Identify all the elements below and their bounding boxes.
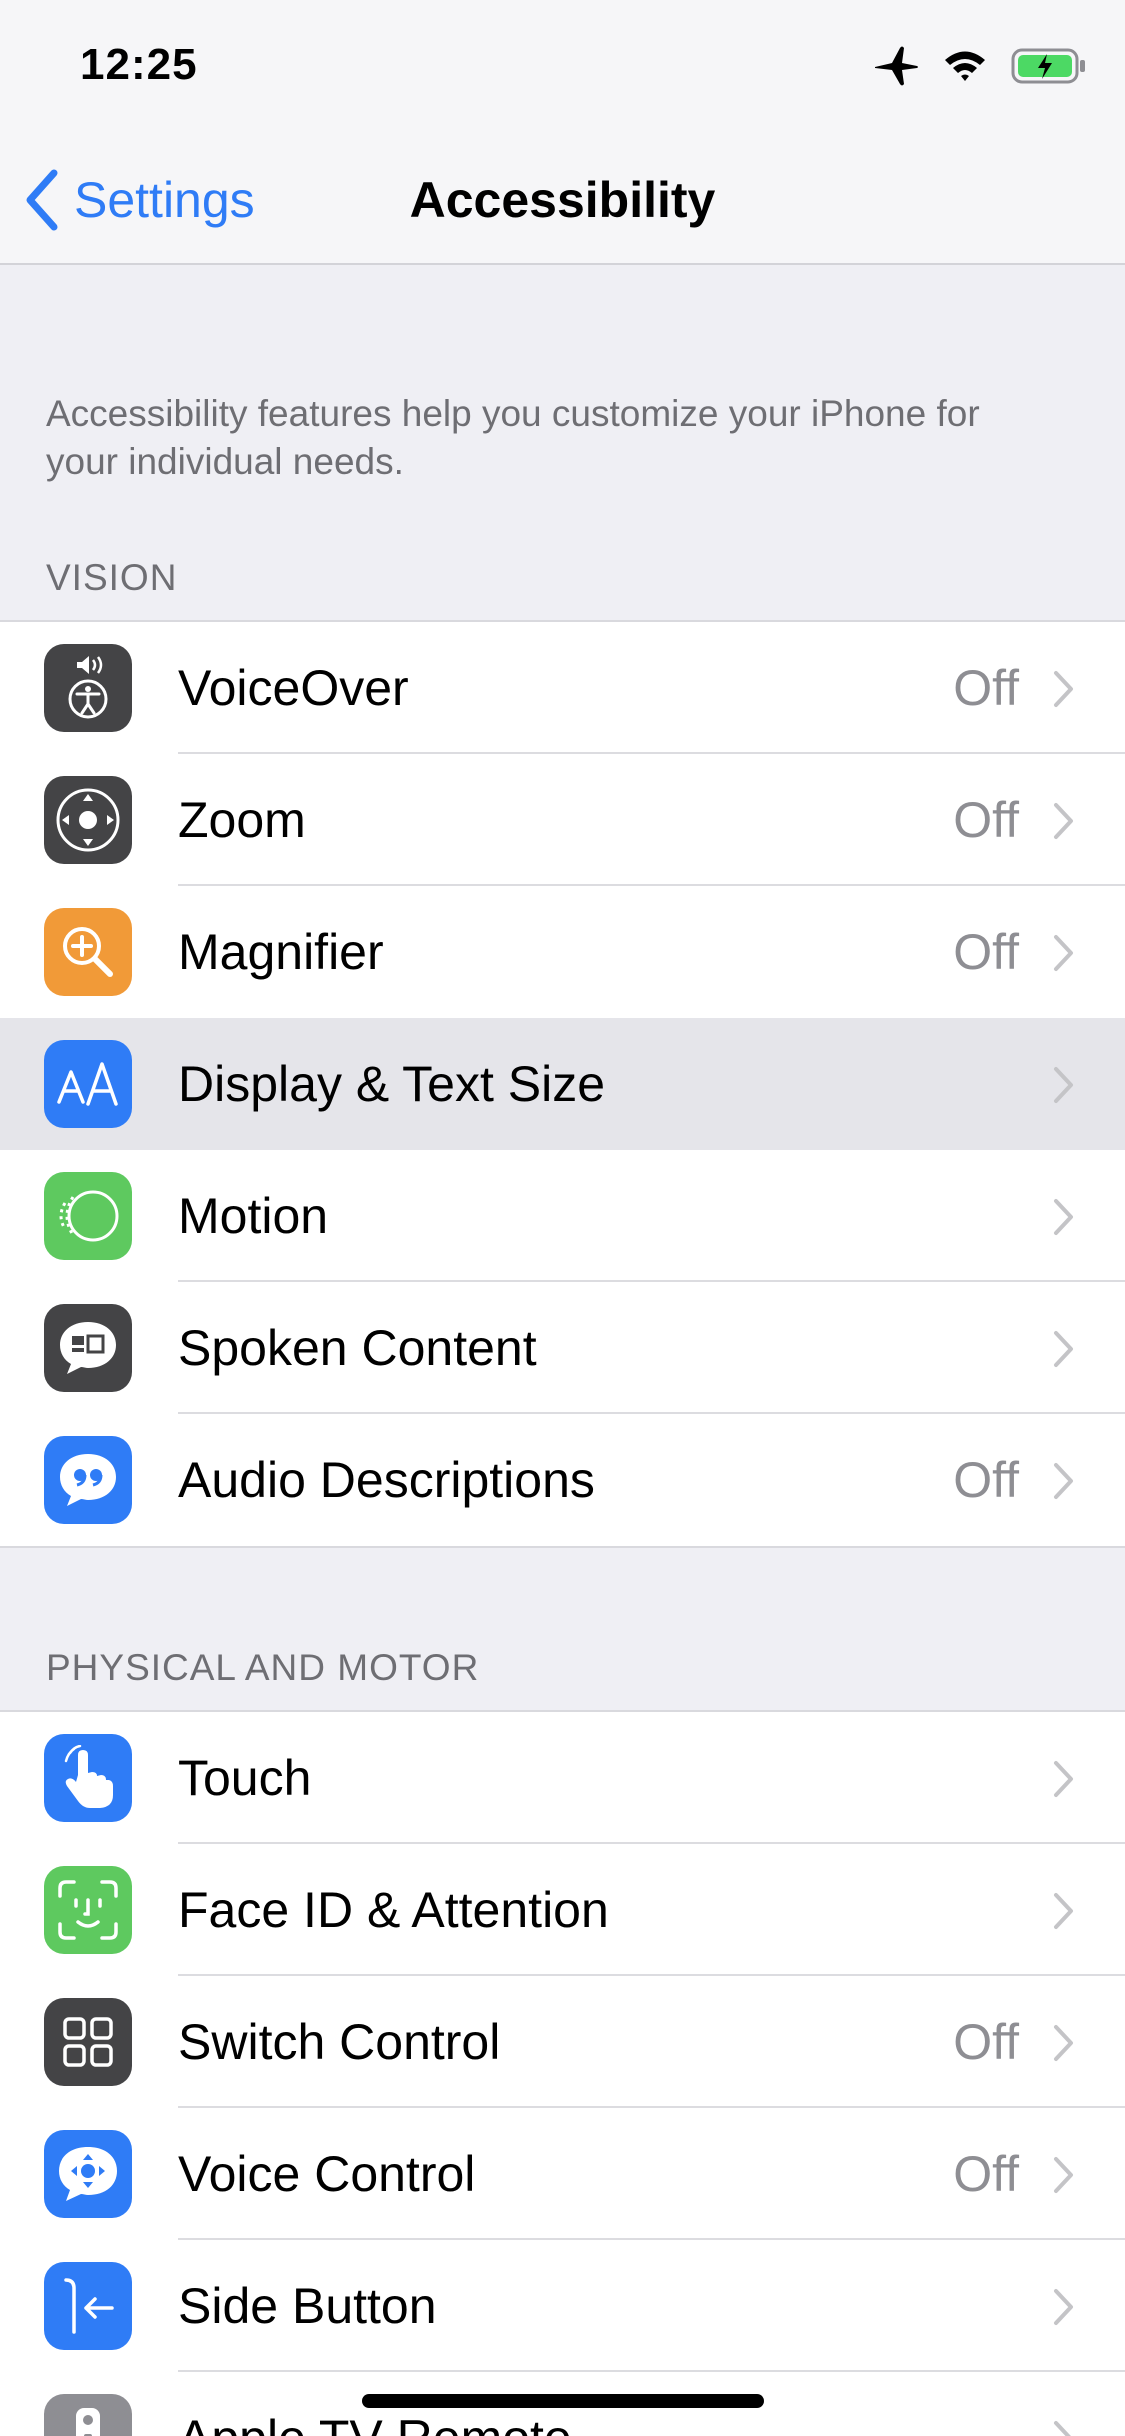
row-display-text-size[interactable]: Display & Text Size <box>0 1018 1125 1150</box>
quote-bubble-icon <box>44 1436 132 1524</box>
speech-bubble-icon <box>44 1304 132 1392</box>
row-label: VoiceOver <box>178 660 409 716</box>
section-header-physical-motor: PHYSICAL AND MOTOR <box>46 1647 480 1688</box>
row-label: Voice Control <box>178 2146 476 2202</box>
battery-icon <box>1011 48 1085 84</box>
vision-group: VoiceOver Off Zoom Off Magnifier Off Dis… <box>0 620 1125 1548</box>
row-label: Apple TV Remote <box>178 2409 572 2436</box>
row-voice-control[interactable]: Voice Control Off <box>0 2108 1125 2240</box>
row-spoken-content[interactable]: Spoken Content <box>0 1282 1125 1414</box>
chevron-right-icon <box>1054 2025 1073 2061</box>
row-label: Motion <box>178 1188 329 1244</box>
voice-control-icon <box>44 2130 132 2218</box>
row-label: Touch <box>178 1750 312 1806</box>
row-label: Magnifier <box>178 924 384 980</box>
side-button-icon <box>44 2262 132 2350</box>
chevron-right-icon <box>1054 2421 1071 2436</box>
remote-icon <box>44 2394 132 2436</box>
text-size-icon <box>44 1040 132 1128</box>
row-motion[interactable]: Motion <box>0 1150 1125 1282</box>
row-label: Side Button <box>178 2278 437 2334</box>
chevron-right-icon <box>1054 1761 1073 1797</box>
grid-icon <box>44 1998 132 2086</box>
intro-text: Accessibility features help you customiz… <box>46 393 980 482</box>
row-side-button[interactable]: Side Button <box>0 2240 1125 2372</box>
row-label: Audio Descriptions <box>178 1452 595 1508</box>
chevron-right-icon <box>1054 935 1073 971</box>
hand-pointer-icon <box>44 1734 132 1822</box>
chevron-right-icon <box>1054 1893 1073 1929</box>
chevron-right-icon <box>1054 803 1073 839</box>
status-time: 12:25 <box>80 40 198 89</box>
row-audio-descriptions[interactable]: Audio Descriptions Off <box>0 1414 1125 1546</box>
airplane-icon <box>875 46 918 86</box>
page-title: Accessibility <box>409 172 716 228</box>
row-label: Display & Text Size <box>178 1056 606 1112</box>
row-label: Face ID & Attention <box>178 1882 609 1938</box>
chevron-right-icon <box>1054 2157 1073 2193</box>
row-face-id-attention[interactable]: Face ID & Attention <box>0 1844 1125 1976</box>
row-zoom[interactable]: Zoom Off <box>0 754 1125 886</box>
chevron-right-icon <box>1054 1463 1073 1499</box>
zoom-icon <box>44 776 132 864</box>
row-value: Off <box>953 792 1019 848</box>
chevron-right-icon <box>1054 1067 1073 1103</box>
row-value: Off <box>953 2014 1019 2070</box>
row-value: Off <box>953 1452 1019 1508</box>
row-magnifier[interactable]: Magnifier Off <box>0 886 1125 1018</box>
section-header-vision: VISION <box>46 557 178 598</box>
physical-motor-group: Touch Face ID & Attention Switch Control… <box>0 1710 1125 2436</box>
row-value: Off <box>953 660 1019 716</box>
chevron-right-icon <box>1054 1199 1073 1235</box>
screen: 12:25 Settings Accessibility Accessibili… <box>0 0 1125 2436</box>
row-value: Off <box>953 2146 1019 2202</box>
row-touch[interactable]: Touch <box>0 1712 1125 1844</box>
row-switch-control[interactable]: Switch Control Off <box>0 1976 1125 2108</box>
row-label: Switch Control <box>178 2014 501 2070</box>
chevron-right-icon <box>1054 1331 1073 1367</box>
row-value: Off <box>953 924 1019 980</box>
navigation-bar: Settings Accessibility <box>0 135 1125 265</box>
row-voiceover[interactable]: VoiceOver Off <box>0 622 1125 754</box>
magnifier-icon <box>44 908 132 996</box>
home-indicator[interactable] <box>362 2394 764 2408</box>
row-label: Spoken Content <box>178 1320 537 1376</box>
chevron-right-icon <box>1054 671 1073 707</box>
motion-icon <box>44 1172 132 1260</box>
wifi-icon <box>945 51 985 81</box>
voiceover-icon <box>44 644 132 732</box>
row-label: Zoom <box>178 792 306 848</box>
face-id-icon <box>44 1866 132 1954</box>
status-icons <box>873 46 1087 86</box>
status-bar: 12:25 <box>0 0 1125 135</box>
chevron-right-icon <box>1054 2289 1073 2325</box>
